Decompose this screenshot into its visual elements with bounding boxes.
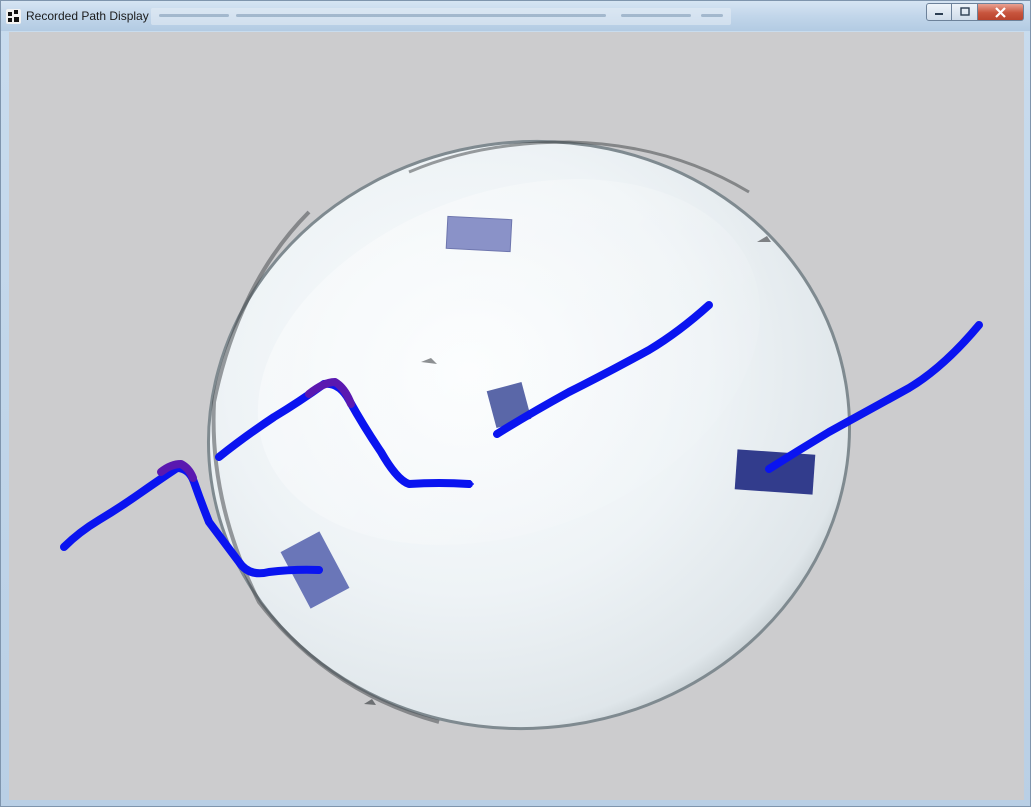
close-icon [995, 6, 1006, 18]
banner-text-blur [159, 14, 229, 17]
marker-top [445, 215, 513, 253]
title-bar[interactable]: Recorded Path Display Desktop notificati… [1, 1, 1030, 31]
maximize-button[interactable] [952, 3, 978, 21]
minimize-button[interactable] [926, 3, 952, 21]
maximize-icon [959, 7, 970, 16]
background-notification-banner: Desktop notifications for University of … [151, 8, 731, 25]
window-title: Recorded Path Display [26, 9, 149, 23]
close-button[interactable] [978, 3, 1024, 21]
banner-text-blur [236, 14, 606, 17]
caption-buttons [926, 3, 1024, 22]
path-display-canvas[interactable] [9, 32, 1024, 800]
banner-text-blur [621, 14, 691, 17]
recorded-path-scene [60, 139, 983, 731]
minimize-icon [935, 13, 943, 15]
background-notification-text: Desktop notifications for University of … [151, 8, 152, 9]
app-logo-icon[interactable] [6, 9, 21, 24]
banner-text-blur [701, 14, 723, 17]
dish-speck [364, 699, 376, 705]
app-window: Recorded Path Display Desktop notificati… [0, 0, 1031, 807]
marker-right [734, 449, 816, 495]
